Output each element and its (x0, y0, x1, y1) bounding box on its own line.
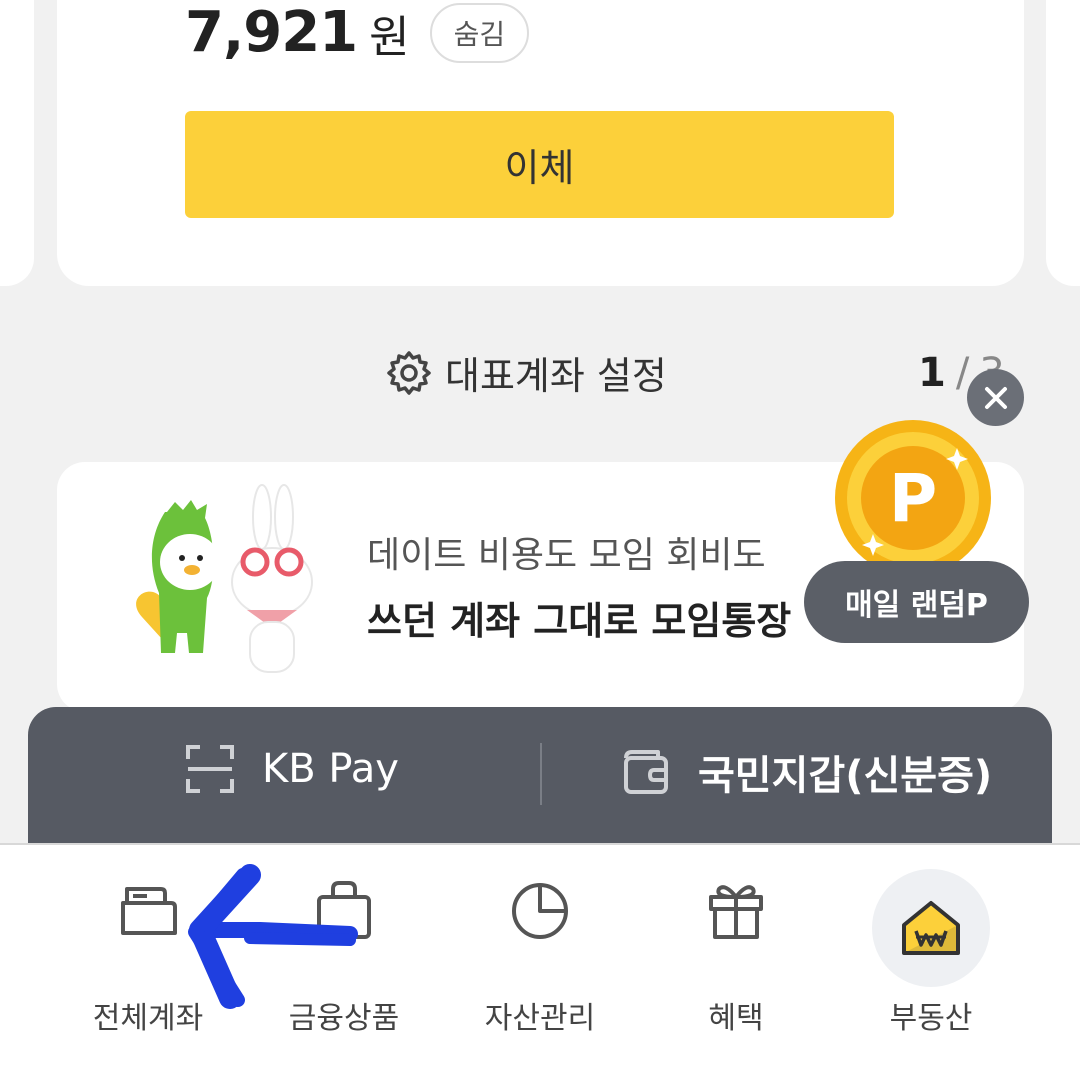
scan-icon (186, 745, 234, 793)
tab-all-accounts[interactable]: 전체계좌 (48, 875, 248, 1037)
pay-bar: KB Pay 국민지갑(신분증) (28, 707, 1052, 857)
tab-label: 자산관리 (484, 1001, 596, 1036)
hide-balance-button[interactable]: 숨김 (429, 2, 530, 63)
balance-unit: 원 (369, 11, 410, 63)
wallet-icon (624, 750, 668, 794)
next-account-card[interactable] (1046, 0, 1080, 286)
rep-account-label: 대표계좌 설정 (445, 354, 667, 398)
wallet-label: 국민지갑(신분증) (698, 753, 993, 799)
card-icon (121, 887, 177, 935)
kb-pay-button[interactable]: KB Pay (184, 743, 399, 795)
previous-account-card[interactable] (0, 0, 34, 286)
tab-real-estate[interactable]: 부동산 (831, 869, 1031, 1037)
pie-chart-icon (512, 883, 568, 939)
account-card: 7,921 원 숨김 이체 (57, 0, 1024, 286)
bottom-tab-bar: 전체계좌 금융상품 자산관리 혜택 부동산 (0, 843, 1080, 1080)
tab-label: 부동산 (889, 1001, 973, 1036)
pay-divider (540, 743, 542, 805)
wallet-button[interactable]: 국민지갑(신분증) (620, 743, 992, 801)
balance-amount: 7,921 (185, 0, 358, 65)
rep-account-setting[interactable]: 대표계좌 설정 (385, 345, 667, 400)
kb-pay-label: KB Pay (262, 746, 399, 792)
coin-letter: P (889, 460, 937, 537)
bag-icon (317, 881, 371, 939)
point-coin-icon[interactable]: P (833, 418, 993, 578)
gear-icon (387, 350, 431, 395)
gift-icon (709, 885, 763, 939)
balance-row: 7,921 원 숨김 (185, 0, 530, 65)
real-estate-icon-bg (872, 869, 990, 987)
tab-label: 전체계좌 (92, 1001, 204, 1036)
tab-label: 혜택 (708, 1001, 764, 1036)
banner-line-1: 데이트 비용도 모임 회비도 (367, 535, 766, 576)
random-point-button[interactable]: 매일 랜덤P (804, 561, 1029, 643)
close-floating-button[interactable] (967, 369, 1024, 426)
mascot-illustration (136, 484, 313, 673)
house-won-icon (902, 901, 960, 955)
close-icon (984, 386, 1007, 409)
tab-benefits[interactable]: 혜택 (636, 875, 836, 1037)
page-current: 1 (918, 350, 946, 396)
transfer-button[interactable]: 이체 (185, 111, 894, 218)
tab-asset-management[interactable]: 자산관리 (440, 875, 640, 1037)
tab-financial-products[interactable]: 금융상품 (244, 875, 444, 1037)
tab-label: 금융상품 (288, 1001, 400, 1036)
banner-line-2: 쓰던 계좌 그대로 모임통장 (367, 599, 792, 643)
